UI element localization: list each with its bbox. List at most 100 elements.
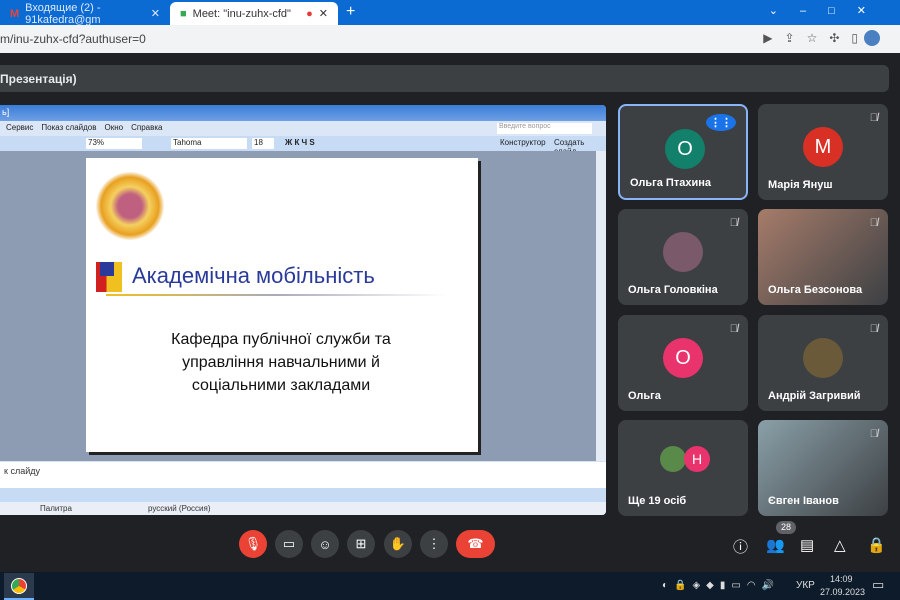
raise-hand-button[interactable]: ✋: [384, 530, 412, 558]
font-select[interactable]: Tahoma: [171, 138, 247, 149]
scrollbar[interactable]: [596, 151, 606, 461]
participant-tile[interactable]: Андрій Загривий 🎙̸: [758, 315, 888, 411]
participant-photo: [663, 232, 703, 272]
ppt-menu: Сервис Показ слайдов Окно Справка Введит…: [0, 121, 606, 136]
gmail-icon: M: [10, 7, 20, 20]
present-icon: ⊞: [355, 536, 367, 551]
notes-text[interactable]: к слайду: [4, 466, 40, 476]
profile-avatar[interactable]: [864, 30, 880, 46]
participant-tile[interactable]: М Марія Януш 🎙̸: [758, 104, 888, 200]
chrome-taskbar-button[interactable]: [4, 573, 34, 600]
mic-off-icon: 🎙̸: [869, 428, 878, 440]
url-text[interactable]: m/inu-zuhx-cfd?authuser=0: [0, 32, 146, 46]
participant-photo: [803, 338, 843, 378]
slide-decoration-square: [100, 262, 114, 276]
participant-tile[interactable]: Н Ще 19 осіб: [618, 420, 748, 516]
drawing-toolbar[interactable]: [0, 488, 606, 502]
participant-tile[interactable]: Ольга Безсонова 🎙̸: [758, 209, 888, 305]
window-controls[interactable]: ⌄–□✕: [769, 4, 888, 17]
address-bar[interactable]: m/inu-zuhx-cfd?authuser=0 ▶⇪☆✣▯: [0, 25, 900, 53]
tab-label: Входящие (2) - 91kafedra@gm: [25, 1, 101, 26]
chrome-icon: [11, 578, 27, 594]
people-count-badge: 28: [776, 521, 796, 534]
close-icon[interactable]: ✕: [319, 7, 328, 20]
slide-body: Кафедра публічної служби та управління н…: [171, 331, 391, 394]
participant-name: Ольга Птахина: [630, 177, 711, 189]
mic-off-button[interactable]: 🎙: [239, 530, 267, 558]
notifications-icon[interactable]: ▭: [872, 577, 884, 593]
more-vert-icon: ⋮: [427, 536, 441, 551]
mic-off-icon: 🎙̸: [869, 112, 878, 124]
system-tray-icons[interactable]: ◐🔒◈◆▮▭◠🔊: [662, 580, 780, 591]
menu-window[interactable]: Окно: [104, 123, 123, 134]
format-buttons[interactable]: Ж К Ч S: [285, 138, 315, 147]
meet-icon: ■: [180, 7, 187, 20]
people-button[interactable]: 👥: [766, 536, 785, 554]
participant-tile[interactable]: О Ольга Птахина ⋮⋮: [618, 104, 748, 200]
status-language: русский (Россия): [148, 504, 211, 513]
recording-icon: ●: [306, 7, 313, 20]
hand-icon: ✋: [389, 536, 407, 551]
participant-name: Андрій Загривий: [768, 390, 861, 402]
slide-title: Академічна мобільність: [132, 263, 375, 288]
info-button[interactable]: ⓘ: [733, 536, 748, 557]
clock-time[interactable]: 14:09: [830, 574, 853, 584]
host-controls-button[interactable]: 🔒: [867, 536, 886, 554]
participant-name: Євген Іванов: [768, 495, 839, 507]
size-select[interactable]: 18: [252, 138, 274, 149]
language-indicator[interactable]: УКР: [796, 580, 815, 591]
more-options-button[interactable]: ⋮: [420, 530, 448, 558]
hang-up-icon: ☎: [467, 536, 484, 551]
chat-button[interactable]: ▤: [800, 536, 814, 554]
participant-tile[interactable]: Євген Іванов 🎙̸: [758, 420, 888, 516]
present-button[interactable]: ⊞: [347, 530, 375, 558]
participant-name: Ольга: [628, 390, 661, 402]
designer-button[interactable]: Конструктор: [500, 138, 546, 147]
participant-photo: [660, 446, 686, 472]
new-tab-button[interactable]: +: [346, 3, 355, 21]
leave-call-button[interactable]: ☎: [456, 530, 495, 558]
university-logo: [96, 172, 164, 240]
menu-service[interactable]: Сервис: [6, 123, 33, 134]
participant-name: Ольга Головкіна: [628, 284, 718, 296]
question-input[interactable]: Введите вопрос: [497, 123, 592, 134]
emoji-icon: ☺: [318, 536, 332, 552]
close-icon[interactable]: ✕: [151, 7, 160, 20]
ppt-toolbar: 73% Tahoma 18 Ж К Ч S Конструктор Создат…: [0, 136, 606, 156]
participant-tile[interactable]: О Ольга 🎙̸: [618, 315, 748, 411]
participant-avatar: О: [663, 338, 703, 378]
tab-meet[interactable]: ■ Meet: "inu-zuhx-cfd" ● ✕: [170, 2, 338, 25]
camera-button[interactable]: ▭: [275, 530, 303, 558]
browser-tab-bar: M Входящие (2) - 91kafedra@gm ✕ ■ Meet: "in…: [0, 0, 900, 26]
camera-icon: ▭: [282, 536, 296, 551]
ppt-title-bar: ь]: [0, 105, 606, 121]
notes-pane[interactable]: к слайду: [0, 462, 606, 488]
tab-label: Meet: "inu-zuhx-cfd": [192, 7, 291, 20]
mic-off-icon: 🎙: [244, 536, 262, 551]
clock-date[interactable]: 27.09.2023: [820, 587, 865, 597]
status-bar: Палитра русский (Россия): [0, 502, 606, 515]
participant-name: Ольга Безсонова: [768, 284, 863, 296]
participant-tile[interactable]: Ольга Головкіна 🎙̸: [618, 209, 748, 305]
participant-avatar: О: [665, 129, 705, 169]
activities-button[interactable]: △: [834, 536, 846, 554]
menu-help[interactable]: Справка: [131, 123, 162, 134]
slide-underline: [106, 294, 446, 296]
tab-gmail[interactable]: M Входящие (2) - 91kafedra@gm ✕: [0, 1, 170, 26]
participant-name: Ще 19 осіб: [628, 495, 687, 507]
toolbar-icons[interactable]: ▶⇪☆✣▯: [763, 31, 870, 45]
slide: Академічна мобільність Кафедра публічної…: [86, 158, 478, 452]
mic-off-icon: 🎙̸: [869, 323, 878, 335]
presentation-title-bar: Презентація): [0, 65, 889, 92]
ppt-title: ь]: [2, 107, 10, 117]
speaking-icon: ⋮⋮: [706, 114, 736, 131]
presentation-title: Презентація): [0, 72, 77, 86]
participant-avatar: М: [803, 127, 843, 167]
mic-off-icon: 🎙̸: [729, 217, 738, 229]
zoom-select[interactable]: 73%: [86, 138, 142, 149]
mic-off-icon: 🎙̸: [729, 323, 738, 335]
reactions-button[interactable]: ☺: [311, 530, 339, 558]
status-design: Палитра: [40, 504, 72, 513]
menu-slideshow[interactable]: Показ слайдов: [41, 123, 96, 134]
shared-screen: ь] Сервис Показ слайдов Окно Справка Вве…: [0, 105, 606, 515]
